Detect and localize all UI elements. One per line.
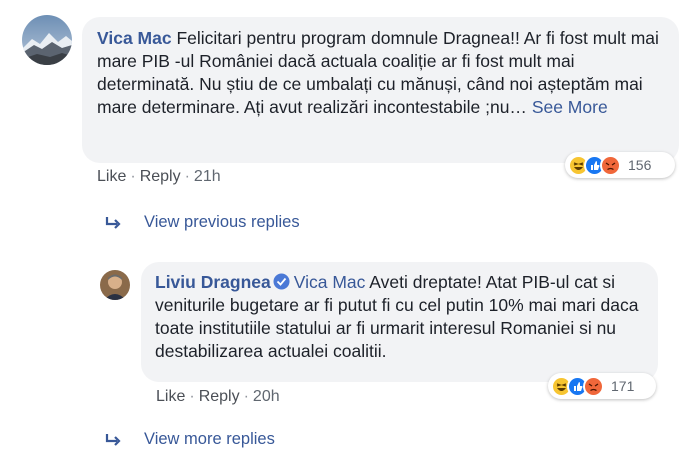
reply-like-button[interactable]: Like [156,388,185,405]
reply-arrow-icon [105,433,121,446]
reply-reply-button[interactable]: Reply [199,388,240,405]
see-more-link[interactable]: See More [532,97,608,117]
reply-bubble: Liviu Dragnea Vica Mac Aveti dreptate! A… [141,262,658,382]
view-more-replies-label: View more replies [144,430,275,448]
view-more-replies-link[interactable]: View more replies [104,430,275,449]
comment-like-button[interactable]: Like [97,168,126,185]
comment-author-link[interactable]: Vica Mac [97,28,172,48]
avatar-portrait-icon [100,270,130,300]
verified-badge-icon [273,273,290,290]
comment-reaction-count: 156 [628,157,652,173]
view-previous-replies-label: View previous replies [144,213,300,231]
reply-mention-link[interactable]: Vica Mac [294,272,366,292]
view-previous-replies-link[interactable]: View previous replies [104,213,300,232]
angry-emoji-icon [583,375,604,397]
comment-reactions[interactable]: 156 [565,152,675,178]
reply-timestamp[interactable]: 20h [253,388,280,405]
comment-bubble: Vica Mac Felicitari pentru program domnu… [82,17,679,163]
reply-arrow-icon [105,216,121,229]
avatar-liviu-dragnea[interactable] [100,270,130,300]
reply-body: Liviu Dragnea Vica Mac Aveti dreptate! A… [155,271,644,363]
reply-actions: Like · Reply · 20h [156,388,280,405]
comment-timestamp[interactable]: 21h [194,168,221,185]
comment-reply-button[interactable]: Reply [140,168,181,185]
reply-reactions[interactable]: 171 [548,373,656,399]
reply-author-link[interactable]: Liviu Dragnea [155,272,271,292]
avatar-mountains-icon [22,15,72,65]
comment-actions: Like · Reply · 21h [97,168,221,185]
avatar-vica-mac[interactable] [22,15,72,65]
comment-body: Vica Mac Felicitari pentru program domnu… [97,27,664,119]
reply-reaction-count: 171 [611,378,635,394]
angry-emoji-icon [600,154,621,176]
